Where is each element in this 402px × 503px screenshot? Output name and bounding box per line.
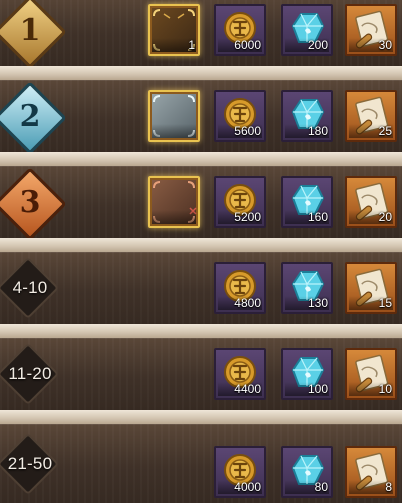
reward-quantity: 4400 — [234, 382, 261, 396]
rank-rewards-board: 1 1 6000 200 30 2 5600 180 25 3 5200 160… — [0, 0, 402, 503]
avatar-frame-reward[interactable]: 1 — [148, 4, 200, 56]
reward-quantity: 10 — [378, 382, 392, 396]
rank-number: 2 — [19, 98, 41, 134]
gem-reward[interactable]: 80 — [281, 446, 333, 498]
gem-reward[interactable]: 160 — [281, 176, 333, 228]
reward-quantity: 180 — [307, 124, 328, 138]
avatar-frame-reward[interactable] — [148, 90, 200, 142]
rank-range: 4-10 — [12, 278, 48, 297]
row-separator — [0, 324, 402, 338]
reward-row-rank-4-10: 4-10 4800 130 15 — [0, 252, 402, 324]
reward-quantity: 80 — [314, 480, 328, 494]
avatar-frame-icon — [153, 95, 195, 137]
reward-quantity: 20 — [378, 210, 392, 224]
avatar-frame-reward[interactable] — [148, 176, 200, 228]
reward-quantity: 160 — [307, 210, 328, 224]
avatar-frame-icon — [153, 181, 197, 223]
scroll-reward[interactable]: 8 — [345, 446, 397, 498]
reward-row-rank-2: 2 5600 180 25 — [0, 80, 402, 155]
rank-range: 21-50 — [7, 453, 53, 473]
scroll-reward[interactable]: 20 — [345, 176, 397, 228]
gem-reward[interactable]: 100 — [281, 348, 333, 400]
row-separator — [0, 410, 402, 424]
reward-quantity: 130 — [307, 296, 328, 310]
reward-quantity: 15 — [378, 296, 392, 310]
gem-reward[interactable]: 180 — [281, 90, 333, 142]
rank-number: 1 — [19, 12, 41, 48]
coin-reward[interactable]: 4800 — [214, 262, 266, 314]
row-separator — [0, 238, 402, 252]
reward-quantity: 30 — [378, 38, 392, 52]
scroll-reward[interactable]: 10 — [345, 348, 397, 400]
reward-quantity: 4800 — [234, 296, 261, 310]
rank-range: 11-20 — [8, 364, 52, 383]
reward-quantity: 1 — [188, 38, 195, 52]
row-separator — [0, 66, 402, 80]
reward-quantity: 100 — [307, 382, 328, 396]
rank-number: 3 — [19, 184, 41, 220]
reward-quantity: 200 — [307, 38, 328, 52]
reward-quantity: 8 — [385, 480, 392, 494]
reward-quantity: 25 — [378, 124, 392, 138]
coin-reward[interactable]: 4400 — [214, 348, 266, 400]
scroll-reward[interactable]: 15 — [345, 262, 397, 314]
coin-reward[interactable]: 5200 — [214, 176, 266, 228]
reward-row-rank-1: 1 1 6000 200 30 — [0, 0, 402, 69]
reward-quantity: 5200 — [234, 210, 261, 224]
coin-reward[interactable]: 5600 — [214, 90, 266, 142]
gem-reward[interactable]: 130 — [281, 262, 333, 314]
gem-reward[interactable]: 200 — [281, 4, 333, 56]
reward-quantity: 5600 — [234, 124, 261, 138]
scroll-reward[interactable]: 25 — [345, 90, 397, 142]
reward-quantity: 4000 — [234, 480, 261, 494]
reward-quantity: 6000 — [234, 38, 261, 52]
reward-row-rank-21-50: 21-50 4000 80 8 — [0, 424, 402, 503]
reward-row-rank-11-20: 11-20 4400 100 10 — [0, 338, 402, 410]
row-separator — [0, 152, 402, 166]
reward-row-rank-3: 3 5200 160 20 — [0, 166, 402, 241]
coin-reward[interactable]: 4000 — [214, 446, 266, 498]
scroll-reward[interactable]: 30 — [345, 4, 397, 56]
coin-reward[interactable]: 6000 — [214, 4, 266, 56]
